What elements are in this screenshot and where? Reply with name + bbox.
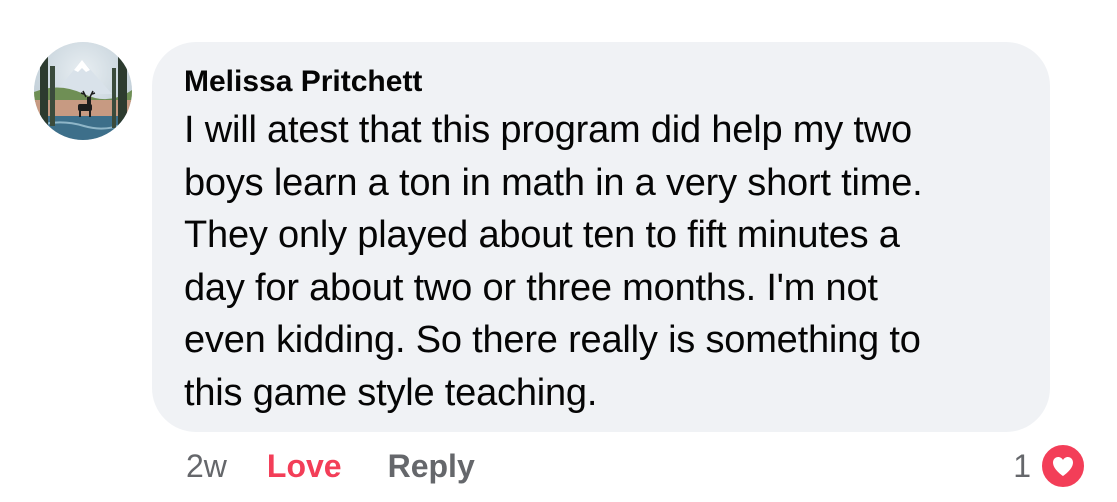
comment-line: They only played about ten to fift minut… — [184, 214, 900, 256]
reaction-count: 1 — [1013, 447, 1031, 484]
comment-line: I will atest that this program did help … — [184, 109, 912, 151]
reply-button[interactable]: Reply — [388, 448, 475, 485]
comment-author[interactable]: Melissa Pritchett — [184, 62, 1022, 102]
comment-text: I will atest that this program did help … — [184, 104, 1022, 419]
heart-icon — [1039, 442, 1087, 490]
comment-line: this game style teaching. — [184, 371, 598, 414]
comment-line: even kidding. So there really is somethi… — [184, 319, 921, 361]
comment-timestamp[interactable]: 2w — [186, 448, 227, 485]
reaction-summary[interactable]: 1 — [1013, 441, 1087, 491]
comment-line: boys learn a ton in math in a very short… — [184, 161, 923, 204]
love-button[interactable]: Love — [267, 448, 342, 485]
comment-line: day for about two or three months. I'm n… — [184, 266, 878, 309]
comment-bubble: Melissa Pritchett I will atest that this… — [152, 42, 1050, 432]
comment-container: Melissa Pritchett I will atest that this… — [0, 0, 1117, 502]
avatar-image — [34, 42, 132, 140]
avatar[interactable] — [34, 42, 132, 140]
comment-actions: 2w Love Reply — [186, 444, 475, 488]
